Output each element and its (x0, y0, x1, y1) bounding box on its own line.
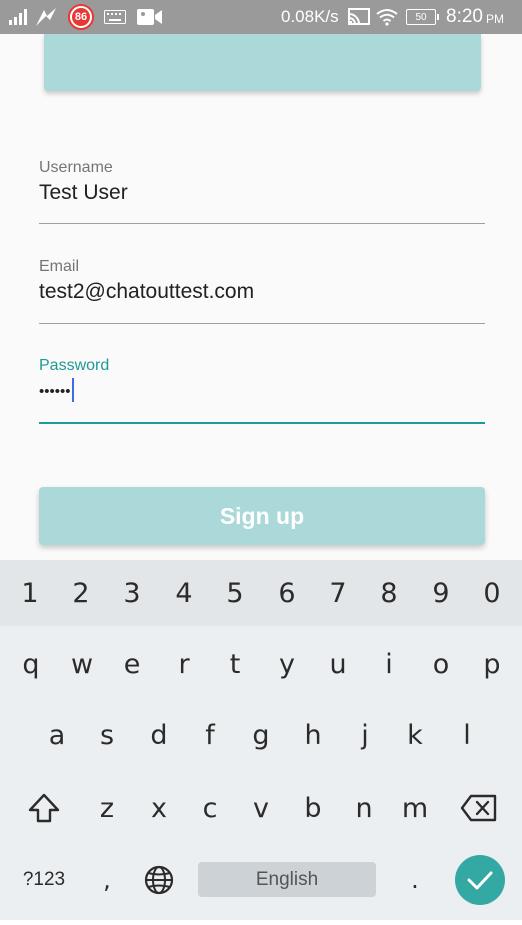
email-underline (39, 323, 485, 324)
globe-icon (144, 865, 174, 895)
email-label: Email (39, 258, 80, 275)
key-x[interactable]: x (140, 786, 178, 830)
key-n[interactable]: n (345, 786, 383, 830)
wifi-icon (376, 0, 398, 34)
key-9[interactable]: 9 (423, 572, 459, 614)
key-m[interactable]: m (396, 786, 434, 830)
language-key[interactable] (140, 860, 178, 900)
key-5[interactable]: 5 (217, 572, 253, 614)
key-y[interactable]: y (268, 642, 306, 686)
notification-badge-icon: 86 (68, 0, 94, 34)
username-label: Username (39, 159, 113, 176)
key-u[interactable]: u (319, 642, 357, 686)
period-key[interactable]: . (400, 862, 430, 898)
key-1[interactable]: 1 (12, 572, 48, 614)
key-2[interactable]: 2 (63, 572, 99, 614)
key-g[interactable]: g (242, 713, 280, 757)
check-icon (467, 871, 493, 890)
number-row: 1 2 3 4 5 6 7 8 9 0 (0, 560, 522, 626)
key-l[interactable]: l (448, 713, 486, 757)
backspace-key[interactable] (458, 786, 500, 830)
key-r[interactable]: r (165, 642, 203, 686)
network-speed: 0.08K/s (281, 7, 339, 26)
password-label: Password (39, 357, 110, 374)
battery-icon: 50 (406, 0, 439, 34)
key-b[interactable]: b (294, 786, 332, 830)
key-0[interactable]: 0 (474, 572, 510, 614)
key-c[interactable]: c (191, 786, 229, 830)
key-d[interactable]: d (140, 713, 178, 757)
key-6[interactable]: 6 (269, 572, 305, 614)
symbols-key[interactable]: ?123 (14, 862, 74, 898)
username-input[interactable]: Test User (39, 181, 128, 205)
signup-screen: 86 0.08K/s 50 8:20 PM Username Test User… (0, 0, 522, 925)
ampm-text: PM (485, 12, 504, 26)
key-k[interactable]: k (396, 713, 434, 757)
shift-icon (28, 793, 60, 823)
email-input[interactable]: test2@chatouttest.com (39, 280, 254, 304)
password-field[interactable]: Password •••••• (39, 357, 485, 425)
key-j[interactable]: j (346, 713, 384, 757)
key-s[interactable]: s (88, 713, 126, 757)
signup-button[interactable]: Sign up (39, 487, 485, 545)
done-key[interactable] (455, 855, 505, 905)
key-i[interactable]: i (370, 642, 408, 686)
soft-keyboard: 1 2 3 4 5 6 7 8 9 0 q w e r t y u i o p … (0, 560, 522, 925)
key-a[interactable]: a (38, 713, 76, 757)
bottom-edge (0, 920, 522, 925)
status-bar: 86 0.08K/s 50 8:20 PM (0, 0, 522, 34)
key-t[interactable]: t (216, 642, 254, 686)
clock: 8:20 PM (446, 0, 504, 34)
key-v[interactable]: v (242, 786, 280, 830)
space-bar[interactable]: English (198, 862, 376, 897)
time-text: 8:20 (446, 6, 483, 27)
video-camera-icon (137, 0, 163, 34)
key-8[interactable]: 8 (371, 572, 407, 614)
backspace-icon (460, 794, 497, 822)
key-3[interactable]: 3 (114, 572, 150, 614)
key-h[interactable]: h (294, 713, 332, 757)
password-masked-text: •••••• (39, 383, 71, 400)
key-e[interactable]: e (113, 642, 151, 686)
key-4[interactable]: 4 (166, 572, 202, 614)
password-input[interactable]: •••••• (39, 378, 74, 405)
password-underline (39, 422, 485, 424)
key-q[interactable]: q (12, 642, 50, 686)
shift-key[interactable] (24, 786, 64, 830)
username-underline (39, 223, 485, 224)
key-7[interactable]: 7 (320, 572, 356, 614)
vpn-icon (34, 0, 58, 34)
username-field[interactable]: Username Test User (39, 159, 485, 227)
comma-key[interactable]: , (92, 862, 122, 898)
key-z[interactable]: z (88, 786, 126, 830)
key-o[interactable]: o (422, 642, 460, 686)
key-w[interactable]: w (63, 642, 101, 686)
key-p[interactable]: p (473, 642, 511, 686)
key-f[interactable]: f (191, 713, 229, 757)
keyboard-icon (104, 0, 126, 34)
cast-icon (348, 0, 370, 34)
text-caret (71, 378, 74, 403)
header-card (44, 34, 481, 91)
email-field[interactable]: Email test2@chatouttest.com (39, 258, 485, 326)
signal-icon (9, 0, 29, 34)
